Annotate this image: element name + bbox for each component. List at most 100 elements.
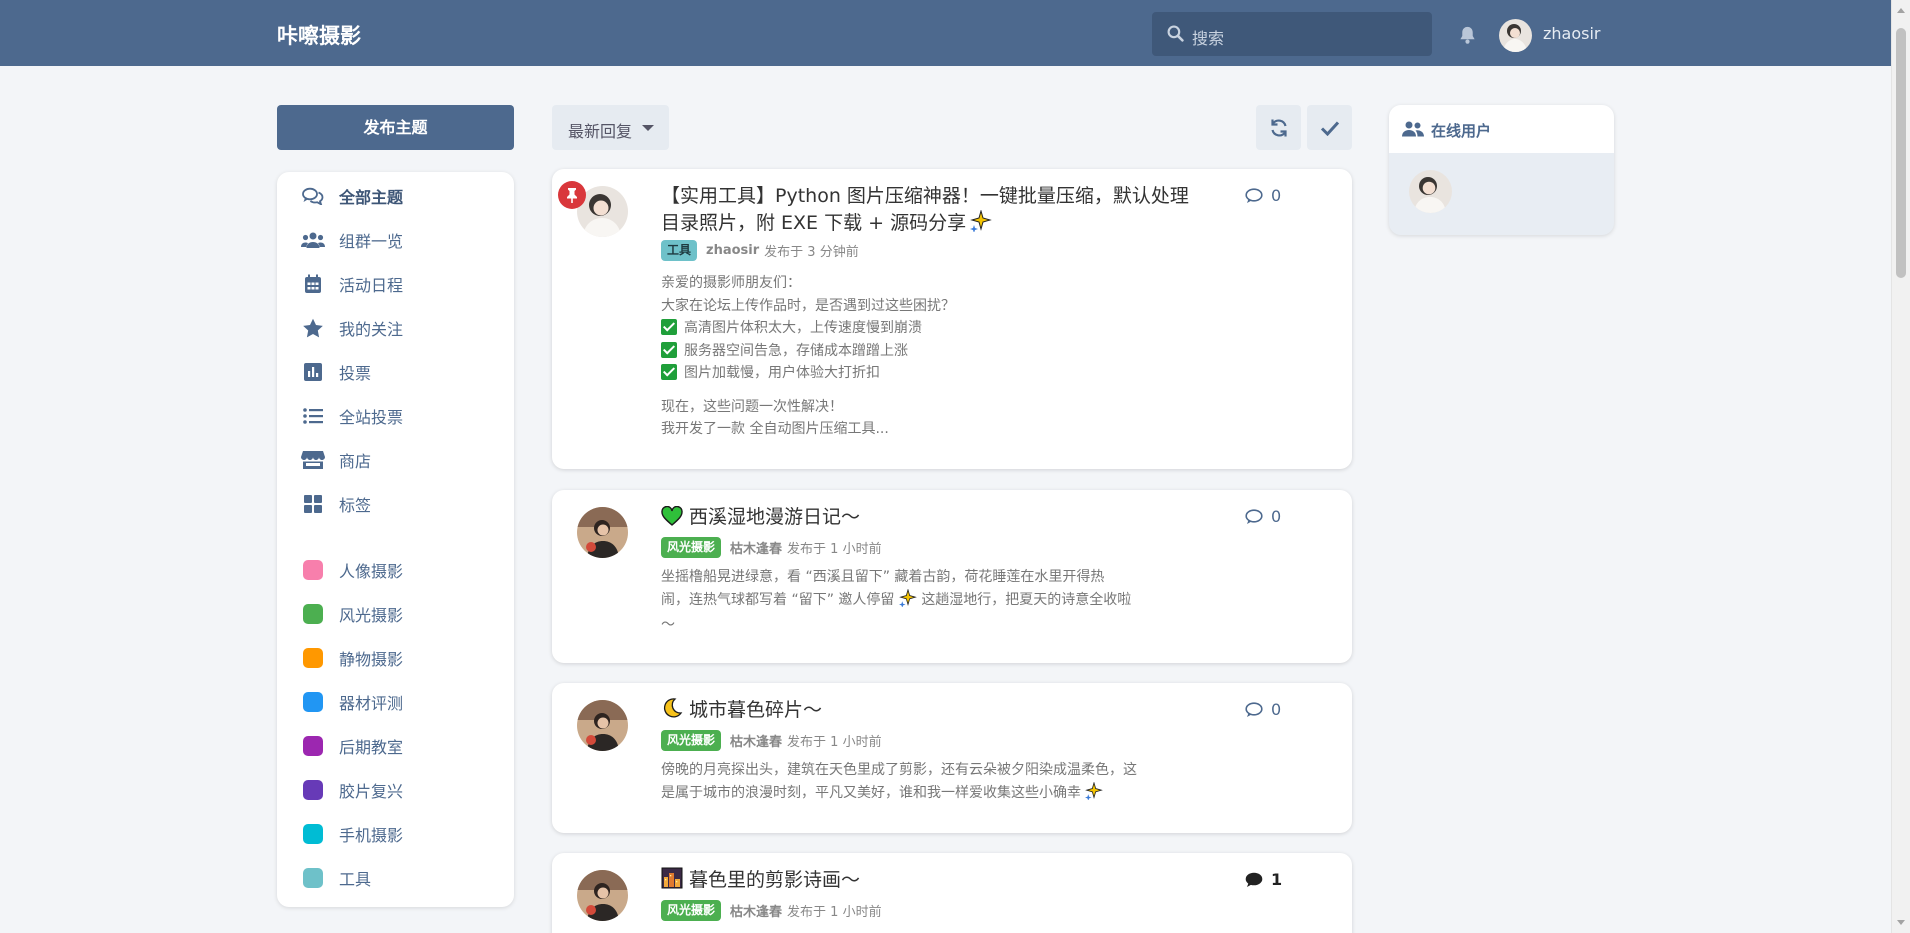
nav-label: 全部主题 (339, 188, 404, 207)
author-name[interactable]: 枯木逢春 (730, 901, 782, 920)
discussion-title[interactable]: 【实用工具】Python 图片压缩神器！一键批量压缩，默认处理目录照片，附 EX… (661, 183, 1201, 240)
scrollbar-thumb[interactable] (1896, 28, 1906, 278)
new-topic-button[interactable]: 发布主题 (277, 105, 514, 150)
post-time: 发布于 3 分钟前 (764, 245, 859, 260)
nav-following[interactable]: 我的关注 (301, 314, 403, 342)
tag-color-swatch (303, 780, 323, 800)
tag-color-swatch (303, 736, 323, 756)
search-box[interactable]: 搜索 (1152, 12, 1432, 56)
tag-still-life[interactable]: 静物摄影 (301, 644, 403, 672)
tag-color-swatch (303, 824, 323, 844)
author-avatar[interactable] (577, 507, 628, 558)
tag-landscape[interactable]: 风光摄影 (301, 600, 403, 628)
tag-badge[interactable]: 风光摄影 (661, 537, 722, 558)
sidebar-nav: 全部主题 组群一览 活动日程 我的关注 投票 全站投票 商店 标签 人像摄影 风… (277, 172, 514, 907)
tag-color-swatch (303, 692, 323, 712)
nav-label: 标签 (339, 496, 372, 515)
green-heart-emoji-icon (661, 505, 683, 534)
discussion-title[interactable]: 暮色里的剪影诗画～ (661, 867, 860, 897)
tag-label: 手机摄影 (339, 826, 404, 845)
author-avatar[interactable] (577, 870, 628, 921)
nav-all-polls[interactable]: 全站投票 (301, 402, 403, 430)
tag-color-swatch (303, 868, 323, 888)
tag-label: 胶片复兴 (339, 782, 404, 801)
comments-icon (301, 184, 325, 208)
nav-groups[interactable]: 组群一览 (301, 226, 403, 254)
reply-count[interactable]: 0 (1245, 507, 1281, 526)
checkmark-emoji-icon (661, 341, 677, 358)
tags-grid-icon (301, 492, 325, 516)
user-avatar[interactable] (1499, 19, 1532, 52)
discussion-card[interactable]: 城市暮色碎片～ 风光摄影 枯木逢春 发布于 1 小时前 傍晚的月亮探出头，建筑在… (552, 683, 1352, 833)
discussion-meta: 风光摄影 枯木逢春 发布于 1 小时前 (661, 730, 882, 751)
mark-all-read-button[interactable] (1307, 105, 1352, 150)
nav-label: 组群一览 (339, 232, 404, 251)
tag-film[interactable]: 胶片复兴 (301, 776, 403, 804)
sparkle-emoji-icon (1085, 780, 1104, 808)
scroll-up-arrow-icon[interactable] (1897, 8, 1905, 13)
reply-count[interactable]: 0 (1245, 700, 1281, 719)
tag-badge[interactable]: 工具 (661, 240, 698, 261)
list-icon (301, 404, 325, 428)
nav-store[interactable]: 商店 (301, 446, 371, 474)
tag-post-processing[interactable]: 后期教室 (301, 732, 403, 760)
nav-label: 我的关注 (339, 320, 404, 339)
online-users-panel: 在线用户 (1389, 105, 1614, 235)
discussion-card[interactable]: 西溪湿地漫游日记～ 风光摄影 枯木逢春 发布于 1 小时前 坐摇橹船晃进绿意，看… (552, 490, 1352, 663)
comment-icon (1245, 187, 1263, 203)
online-users-header: 在线用户 (1389, 105, 1614, 153)
tag-badge[interactable]: 风光摄影 (661, 900, 722, 921)
tag-mobile[interactable]: 手机摄影 (301, 820, 403, 848)
tag-portrait[interactable]: 人像摄影 (301, 556, 403, 584)
author-name[interactable]: zhaosir (706, 243, 759, 258)
page-scrollbar[interactable] (1891, 0, 1910, 933)
nav-polls[interactable]: 投票 (301, 358, 371, 386)
reply-count[interactable]: 0 (1245, 186, 1281, 205)
nav-label: 活动日程 (339, 276, 404, 295)
tag-color-swatch (303, 560, 323, 580)
pin-icon (558, 181, 586, 209)
checkmark-emoji-icon (661, 319, 677, 335)
discussion-title[interactable]: 城市暮色碎片～ (661, 697, 822, 727)
nav-label: 商店 (339, 452, 372, 471)
comment-icon (1245, 701, 1263, 717)
scroll-down-arrow-icon[interactable] (1897, 920, 1905, 925)
nav-calendar[interactable]: 活动日程 (301, 270, 403, 298)
discussion-card[interactable]: 暮色里的剪影诗画～ 风光摄影 枯木逢春 发布于 1 小时前 1 (552, 853, 1352, 933)
tag-tools[interactable]: 工具 (301, 864, 371, 892)
reply-count[interactable]: 1 (1245, 870, 1282, 889)
username[interactable]: zhaosir (1543, 24, 1601, 43)
discussion-title[interactable]: 西溪湿地漫游日记～ (661, 504, 860, 534)
comment-filled-icon (1245, 872, 1263, 887)
author-avatar[interactable] (577, 700, 628, 751)
tag-badge[interactable]: 风光摄影 (661, 730, 722, 751)
refresh-icon (1270, 119, 1287, 136)
author-name[interactable]: 枯木逢春 (730, 731, 782, 750)
author-name[interactable]: 枯木逢春 (730, 538, 782, 557)
nav-label: 全站投票 (339, 408, 404, 427)
store-icon (301, 448, 325, 472)
discussion-card[interactable]: 【实用工具】Python 图片压缩神器！一键批量压缩，默认处理目录照片，附 EX… (552, 169, 1352, 469)
discussion-excerpt: 坐摇橹船晃进绿意，看 “西溪且留下” 藏着古韵，荷花睡莲在水里开得热 闹，连热气… (661, 569, 1132, 633)
bell-icon[interactable] (1458, 25, 1477, 45)
calendar-icon (301, 272, 325, 296)
nav-label: 投票 (339, 364, 372, 383)
search-input[interactable]: 搜索 (1192, 25, 1224, 49)
chevron-down-icon (642, 125, 654, 131)
tag-label: 人像摄影 (339, 562, 404, 581)
comment-icon (1245, 508, 1263, 524)
tag-gear-review[interactable]: 器材评测 (301, 688, 403, 716)
discussion-meta: 风光摄影 枯木逢春 发布于 1 小时前 (661, 900, 882, 921)
online-user-avatar[interactable] (1409, 170, 1452, 213)
tag-color-swatch (303, 648, 323, 668)
site-title[interactable]: 咔嚓摄影 (277, 20, 361, 50)
post-time: 发布于 1 小时前 (787, 905, 882, 920)
check-icon (1320, 120, 1339, 136)
nav-all-topics[interactable]: 全部主题 (301, 182, 403, 210)
tag-label: 工具 (339, 870, 372, 889)
night-city-emoji-icon (661, 867, 683, 897)
nav-tags[interactable]: 标签 (301, 490, 371, 518)
sort-label: 最新回复 (568, 122, 633, 141)
refresh-button[interactable] (1256, 105, 1301, 150)
sort-dropdown[interactable]: 最新回复 (552, 105, 669, 150)
